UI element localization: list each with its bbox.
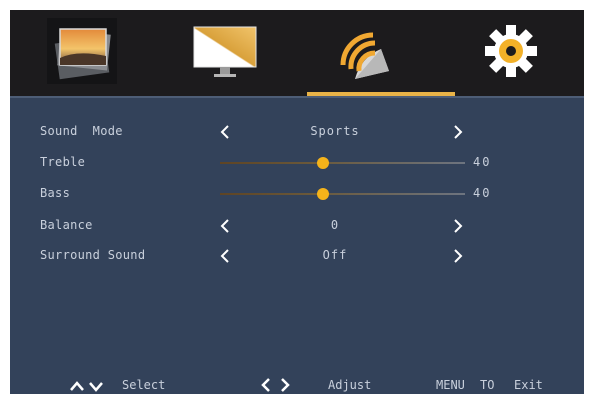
left-right-arrows-icon bbox=[260, 378, 292, 395]
balance-value: 0 bbox=[330, 218, 340, 232]
surround-sound-label: Surround Sound bbox=[40, 248, 146, 262]
balance-label: Balance bbox=[40, 218, 93, 232]
bass-slider-track[interactable] bbox=[220, 193, 465, 195]
sound-settings-menu: Sound Mode Sports Treble 40 Bass 40 Bala… bbox=[10, 10, 584, 394]
display-icon bbox=[190, 23, 260, 83]
menu-key-label: MENU bbox=[436, 378, 465, 392]
to-label: TO bbox=[480, 378, 495, 392]
chevron-left-icon[interactable] bbox=[215, 214, 235, 238]
footer-hint-bar: Select Adjust MENU TO Exit bbox=[10, 378, 584, 394]
treble-slider-knob[interactable] bbox=[316, 157, 329, 169]
chevron-right-icon[interactable] bbox=[448, 214, 468, 238]
surround-sound-value: Off bbox=[322, 248, 348, 262]
menu-row-surround-sound[interactable]: Surround Sound Off bbox=[10, 244, 584, 268]
exit-hint-label: Exit bbox=[514, 378, 543, 392]
treble-label: Treble bbox=[40, 155, 86, 169]
bass-slider-knob[interactable] bbox=[316, 188, 329, 200]
settings-gear-icon bbox=[481, 21, 541, 85]
menu-row-balance[interactable]: Balance 0 bbox=[10, 214, 584, 238]
tab-sound[interactable] bbox=[296, 10, 439, 96]
chevron-left-icon[interactable] bbox=[215, 244, 235, 268]
picture-icon bbox=[46, 18, 117, 88]
menu-row-bass[interactable]: Bass 40 bbox=[10, 182, 584, 206]
sound-mode-value: Sports bbox=[310, 124, 360, 138]
bass-label: Bass bbox=[40, 186, 71, 200]
menu-row-treble[interactable]: Treble 40 bbox=[10, 151, 584, 175]
tab-bar bbox=[10, 10, 584, 96]
treble-value: 40 bbox=[473, 155, 492, 169]
bass-value: 40 bbox=[473, 186, 492, 200]
sound-icon bbox=[333, 21, 403, 85]
tab-display[interactable] bbox=[153, 10, 296, 96]
menu-row-sound-mode[interactable]: Sound Mode Sports bbox=[10, 120, 584, 144]
divider bbox=[10, 96, 584, 98]
adjust-hint-label: Adjust bbox=[328, 378, 372, 392]
chevron-right-icon[interactable] bbox=[448, 120, 468, 144]
sound-mode-label: Sound Mode bbox=[40, 124, 123, 138]
tab-picture[interactable] bbox=[10, 10, 153, 96]
chevron-right-icon[interactable] bbox=[448, 244, 468, 268]
treble-slider-track[interactable] bbox=[220, 162, 465, 164]
chevron-left-icon[interactable] bbox=[215, 120, 235, 144]
up-down-arrows-icon bbox=[70, 380, 104, 395]
select-hint-label: Select bbox=[122, 378, 166, 392]
tab-settings[interactable] bbox=[439, 10, 582, 96]
